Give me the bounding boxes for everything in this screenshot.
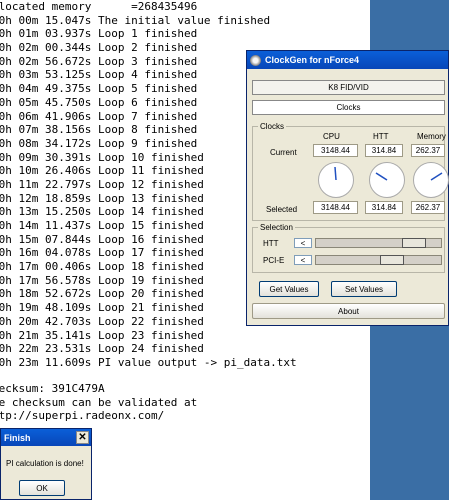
finish-message: PI calculation is done! [6,459,84,468]
about-button[interactable]: About [252,303,445,319]
console-line: 0h 01m 03.937s Loop 1 finished [0,27,198,41]
get-values-button[interactable]: Get Values [259,281,319,297]
close-glyph: ✕ [78,432,87,443]
close-icon[interactable]: ✕ [76,431,89,444]
console-line: 0h 22m 23.531s Loop 24 finished [0,342,204,356]
htt-slider[interactable] [315,238,442,248]
clockgen-window: ClockGen for nForce4 K8 FID/VID Clocks C… [246,50,449,326]
set-values-label: Set Values [344,284,384,294]
tab-clocks[interactable]: Clocks [252,100,445,115]
console-line: 0h 21m 35.141s Loop 23 finished [0,328,204,342]
htt-decrease-button[interactable]: < [294,238,312,248]
console-line: he checksum can be validated at [0,395,198,409]
console-line: 0h 23m 11.609s PI value output -> pi_dat… [0,355,297,369]
htt-decrease-arrow: < [300,238,306,248]
clocks-group: Clocks CPU HTT Memory Current 3148.44 31… [252,122,449,221]
selection-group-label: Selection [258,223,295,232]
htt-gauge [369,162,405,198]
cpu-gauge [318,162,354,198]
pcie-slider-thumb[interactable] [380,255,404,265]
selected-cpu: 3148.44 [313,201,358,214]
console-line: llocated memory =268435496 [0,0,198,13]
ok-button[interactable]: OK [19,480,65,496]
current-cpu: 3148.44 [313,144,358,157]
memory-gauge-needle [430,172,443,181]
console-line: ttp://superpi.radeonx.com/ [0,409,165,423]
selection-group: Selection HTT < PCI-E < [252,223,445,273]
tab-k8-fid-vid[interactable]: K8 FID/VID [252,80,445,95]
clockgen-app-icon [250,54,261,66]
pcie-slider[interactable] [315,255,442,265]
console-line: hecksum: 391C479A [0,382,105,395]
selected-memory: 262.37 [411,201,445,214]
get-values-label: Get Values [269,284,309,294]
about-label: About [338,306,359,316]
finish-title: Finish [4,432,31,443]
pcie-decrease-button[interactable]: < [294,255,312,265]
pcie-decrease-arrow: < [300,255,306,265]
console-line: 0h 00m 15.047s The initial value finishe… [0,13,271,27]
clockgen-title: ClockGen for nForce4 [265,55,360,65]
ok-label: OK [36,483,48,493]
current-htt: 314.84 [365,144,403,157]
clocks-group-label: Clocks [258,122,287,131]
tab-clocks-label: Clocks [336,103,361,112]
tab-k8-label: K8 FID/VID [328,83,369,92]
htt-slider-label: HTT [263,239,279,248]
col-htt: HTT [373,132,389,141]
console-checksum: hecksum: 391C479A he checksum can be vali… [0,382,197,423]
clockgen-titlebar[interactable]: ClockGen for nForce4 [247,51,448,69]
memory-gauge [413,162,449,198]
htt-gauge-needle [375,172,388,181]
set-values-button[interactable]: Set Values [331,281,397,297]
row-current-label: Current [270,148,297,157]
row-selected-label: Selected [266,205,298,214]
pcie-slider-label: PCI-E [263,256,285,265]
col-memory: Memory [417,132,446,141]
selected-htt: 314.84 [365,201,403,214]
finish-dialog: Finish ✕ PI calculation is done! OK [0,428,92,500]
cpu-gauge-needle [334,166,337,181]
col-cpu: CPU [323,132,340,141]
current-memory: 262.37 [411,144,445,157]
htt-slider-thumb[interactable] [402,238,426,248]
